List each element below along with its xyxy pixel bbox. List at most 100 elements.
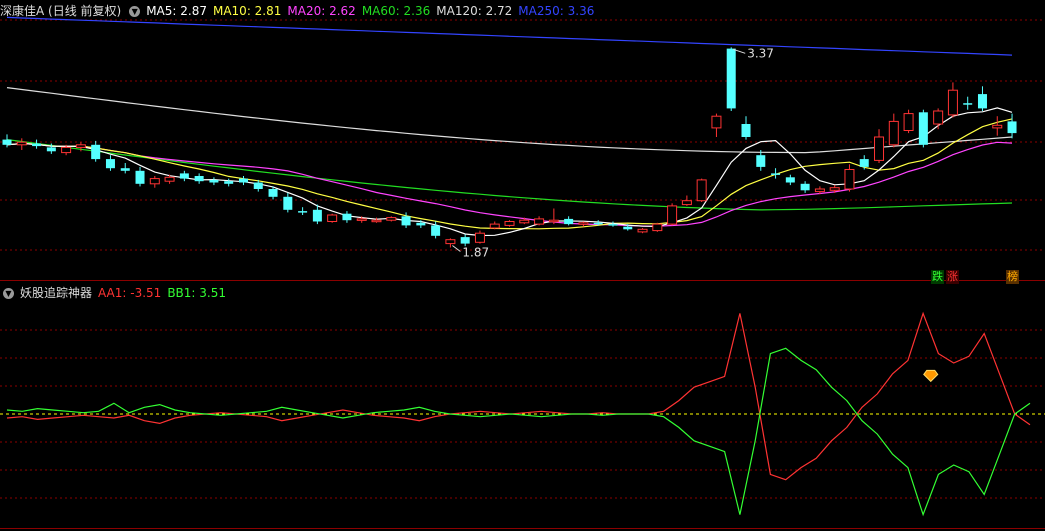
candle-body: [859, 159, 869, 167]
candle-body: [711, 115, 722, 129]
fall-tag: 跌: [931, 270, 944, 284]
candle-body: [386, 217, 397, 221]
candle-body: [756, 155, 766, 167]
bb1-line: [6, 347, 1031, 517]
candle: [120, 163, 130, 174]
candle-body: [32, 143, 42, 147]
candle: [149, 176, 160, 188]
candle: [667, 203, 678, 226]
candle-body: [416, 222, 426, 226]
candle: [16, 138, 27, 150]
candle-body: [253, 182, 263, 189]
candle: [2, 134, 12, 148]
candle-body: [489, 223, 500, 229]
candle: [800, 181, 810, 193]
candle-body: [342, 213, 352, 221]
candle-body: [224, 181, 234, 184]
candle-body: [283, 196, 293, 210]
candle-body: [75, 144, 86, 148]
candle-body: [431, 225, 441, 236]
candle: [963, 96, 973, 110]
candle-body: [623, 226, 633, 230]
candle: [327, 213, 338, 223]
candle-body: [726, 48, 736, 109]
chart-canvas: 3.37 1.87: [0, 16, 1045, 529]
candlestick-series: [2, 47, 1017, 248]
candle-body: [918, 112, 928, 145]
candle: [771, 168, 781, 179]
candle-body: [888, 120, 899, 146]
ma120-line: [6, 87, 1013, 154]
ma250-line: [6, 16, 1013, 56]
candle: [903, 109, 914, 134]
candle: [460, 234, 470, 247]
candle: [918, 109, 928, 148]
candle-body: [105, 159, 115, 169]
candle-body: [977, 94, 987, 109]
candle: [637, 228, 648, 234]
candle-body: [593, 222, 603, 225]
candle: [386, 216, 397, 222]
candle: [224, 178, 234, 187]
candle: [696, 178, 707, 202]
candle-body: [564, 218, 574, 225]
candle-body: [445, 239, 456, 245]
candle: [298, 207, 308, 215]
candle: [105, 155, 115, 171]
candle: [726, 47, 736, 111]
candle-body: [238, 178, 248, 183]
candle: [785, 174, 795, 186]
candle: [32, 139, 42, 149]
candle: [179, 170, 189, 182]
candle-body: [120, 168, 130, 171]
candle-body: [874, 136, 885, 161]
candle-body: [194, 176, 204, 182]
candle-body: [652, 223, 663, 232]
candle: [947, 82, 958, 118]
candle-body: [785, 177, 795, 183]
candle-body: [504, 221, 515, 226]
candle-body: [179, 173, 189, 179]
candle: [194, 173, 204, 184]
candle: [741, 116, 751, 140]
candle: [548, 208, 559, 225]
candle-body: [401, 216, 411, 226]
candle-body: [741, 124, 751, 137]
candle-body: [356, 218, 367, 221]
candle: [1007, 113, 1017, 139]
candle: [977, 86, 987, 111]
rank-tag: 榜: [1006, 270, 1019, 284]
candle: [681, 195, 692, 206]
candle-body: [534, 218, 545, 225]
candle: [342, 211, 352, 223]
candle-body: [667, 205, 678, 225]
candle: [711, 113, 722, 137]
high-price-label: 3.37: [747, 46, 774, 60]
candle-body: [460, 237, 470, 244]
candle-body: [91, 144, 101, 160]
candle-body: [771, 173, 781, 175]
candle: [91, 140, 101, 162]
candle-body: [2, 139, 12, 145]
candle-body: [298, 211, 308, 213]
candle: [534, 216, 545, 226]
candle-body: [696, 179, 707, 202]
candle-body: [992, 124, 1003, 129]
candle-body: [681, 200, 692, 206]
candle: [135, 166, 145, 187]
candle-body: [548, 219, 559, 223]
candle: [209, 177, 219, 186]
candle-body: [800, 183, 810, 191]
candle: [992, 116, 1003, 136]
candle-body: [1007, 121, 1017, 134]
candle: [283, 192, 293, 213]
rise-tag: 涨: [946, 270, 959, 284]
candle-body: [608, 224, 618, 226]
low-price-label: 1.87: [462, 246, 489, 260]
candle: [933, 108, 944, 130]
candle-body: [578, 222, 589, 225]
candle-body: [947, 89, 958, 116]
candle-body: [312, 209, 322, 222]
price-annotations: 3.37 1.87: [452, 46, 774, 260]
candle: [888, 113, 899, 148]
